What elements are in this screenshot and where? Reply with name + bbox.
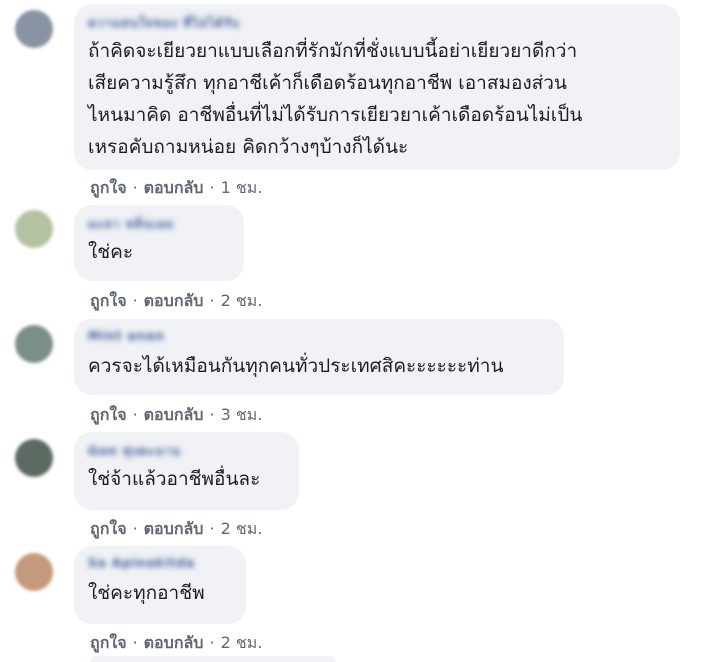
like-link[interactable]: ถูกใจ xyxy=(90,633,127,652)
separator-dot: · xyxy=(209,291,215,310)
comment-bubble: ความสนใจของ ที่ไม่ได้รับ ถ้าคิดจะเยียวยา… xyxy=(74,4,680,170)
comment-timestamp[interactable]: 2 ชม. xyxy=(221,519,263,538)
avatar[interactable] xyxy=(15,439,53,477)
comment-bubble: Gon ทุ่งตะนาน ใช่จ้าแล้วอาชีพอื่นละ xyxy=(74,432,299,510)
avatar[interactable] xyxy=(15,325,53,363)
reply-link[interactable]: ตอบกลับ xyxy=(144,405,204,424)
reply-link[interactable]: ตอบกลับ xyxy=(144,291,204,310)
comment-bubble: Mint anan ควรจะได้เหมือนกันทุกคนทั่วประเ… xyxy=(74,319,564,395)
like-link[interactable]: ถูกใจ xyxy=(90,291,127,310)
comment-text: ใช่จ้าแล้วอาชีพอื่นละ xyxy=(88,468,261,490)
comment-author[interactable]: ความสนใจของ ที่ไม่ได้รับ xyxy=(88,14,666,30)
avatar[interactable] xyxy=(15,553,53,591)
comment-actions: ถูกใจ · ตอบกลับ · 2 ชม. xyxy=(90,631,262,656)
comment-timestamp[interactable]: 1 ชม. xyxy=(221,178,263,197)
comment-text: ใช่คะทุกอาชีพ xyxy=(88,582,205,604)
separator-dot: · xyxy=(132,291,138,310)
comment-bubble: Sa Apinakitda ใช่คะทุกอาชีพ xyxy=(74,546,246,624)
separator-dot: · xyxy=(132,519,138,538)
comment-author[interactable]: มะลา หลิ่นเอม xyxy=(88,215,230,231)
reply-link[interactable]: ตอบกลับ xyxy=(144,178,204,197)
comment-text: ควรจะได้เหมือนกันทุกคนทั่วประเทศสิคะะะะะ… xyxy=(88,355,504,377)
comment-text: ใช่คะ xyxy=(88,241,134,263)
next-comment-bubble-edge xyxy=(90,656,336,662)
separator-dot: · xyxy=(209,405,215,424)
avatar[interactable] xyxy=(15,210,53,248)
comment-actions: ถูกใจ · ตอบกลับ · 1 ชม. xyxy=(90,176,262,201)
comment-actions: ถูกใจ · ตอบกลับ · 2 ชม. xyxy=(90,517,262,542)
comment-actions: ถูกใจ · ตอบกลับ · 2 ชม. xyxy=(90,289,262,314)
separator-dot: · xyxy=(132,405,138,424)
separator-dot: · xyxy=(209,633,215,652)
like-link[interactable]: ถูกใจ xyxy=(90,519,127,538)
separator-dot: · xyxy=(132,178,138,197)
comment-bubble: มะลา หลิ่นเอม ใช่คะ xyxy=(74,205,244,281)
comment-timestamp[interactable]: 2 ชม. xyxy=(221,291,263,310)
comment-timestamp[interactable]: 3 ชม. xyxy=(221,405,263,424)
comment-author[interactable]: Gon ทุ่งตะนาน xyxy=(88,442,285,458)
comment-actions: ถูกใจ · ตอบกลับ · 3 ชม. xyxy=(90,403,262,428)
comment-timestamp[interactable]: 2 ชม. xyxy=(221,633,263,652)
separator-dot: · xyxy=(132,633,138,652)
like-link[interactable]: ถูกใจ xyxy=(90,178,127,197)
comment-text: ถ้าคิดจะเยียวยาแบบเลือกที่รักมักที่ชั่งแ… xyxy=(88,40,583,158)
comment-author[interactable]: Sa Apinakitda xyxy=(88,556,232,571)
reply-link[interactable]: ตอบกลับ xyxy=(144,519,204,538)
comment-author[interactable]: Mint anan xyxy=(88,329,550,344)
reply-link[interactable]: ตอบกลับ xyxy=(144,633,204,652)
separator-dot: · xyxy=(209,519,215,538)
avatar[interactable] xyxy=(15,10,53,48)
separator-dot: · xyxy=(209,178,215,197)
like-link[interactable]: ถูกใจ xyxy=(90,405,127,424)
